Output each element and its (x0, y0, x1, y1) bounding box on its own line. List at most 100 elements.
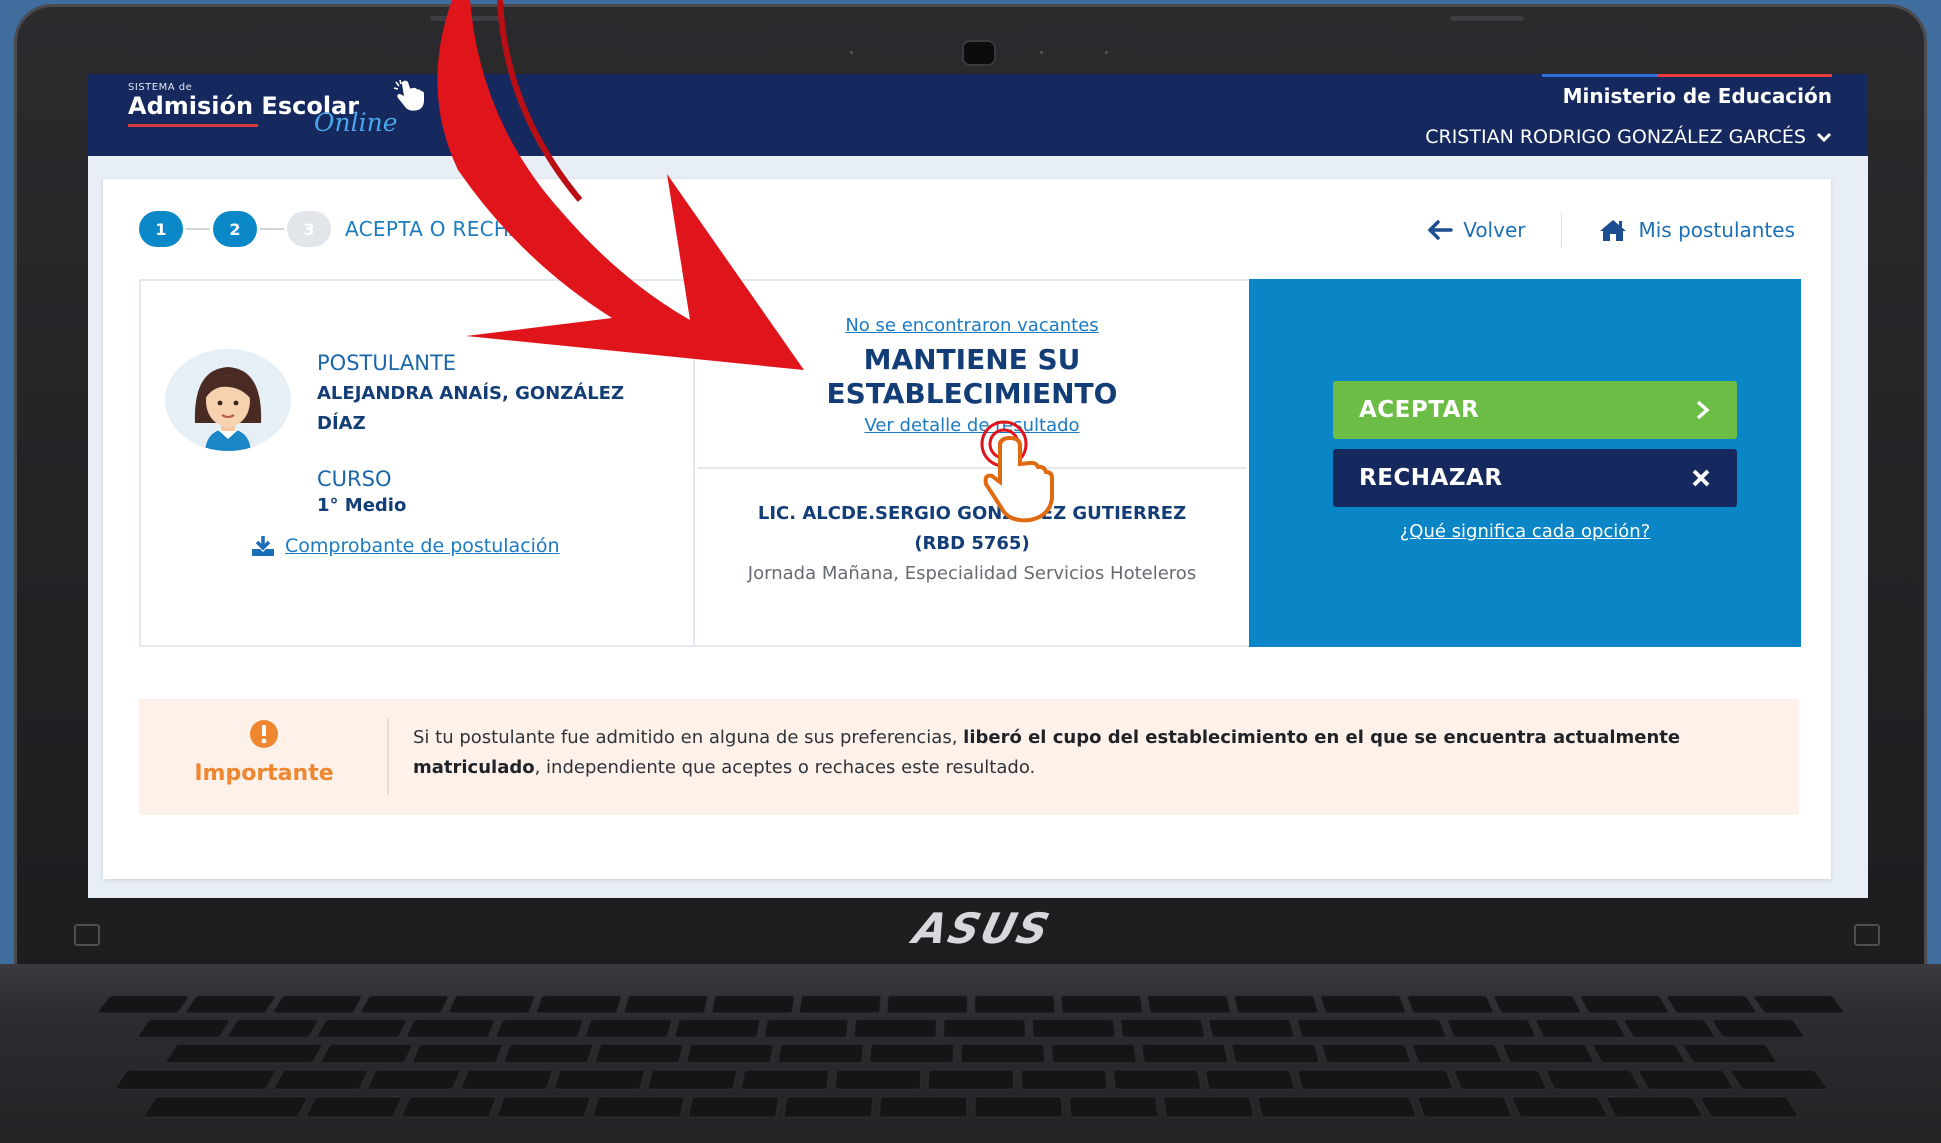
notice-text-part2: , independiente que aceptes o rechaces e… (535, 757, 1036, 778)
user-menu[interactable]: CRISTIAN RODRIGO GONZÁLEZ GARCÉS (1425, 126, 1832, 148)
logo-online-text: Online (314, 108, 397, 137)
key (1591, 1044, 1687, 1064)
receipt-link-label: Comprobante de postulación (285, 535, 560, 557)
step-separator (260, 228, 284, 230)
key (1534, 1019, 1627, 1038)
applicant-label: POSTULANTE (317, 351, 456, 375)
key (1410, 1044, 1503, 1064)
key (1119, 1019, 1205, 1038)
key (1578, 995, 1669, 1013)
arrow-left-icon (1427, 219, 1453, 241)
hinge-left (74, 924, 100, 946)
close-icon (1691, 468, 1711, 488)
no-vacancies-link[interactable]: No se encontraron vacantes (697, 315, 1247, 336)
key (1751, 995, 1845, 1013)
top-header: SISTEMA de Admisión Escolar Online Minis… (88, 74, 1868, 156)
key (1162, 1096, 1254, 1118)
my-applicants-link[interactable]: Mis postulantes (1598, 218, 1795, 242)
key (1406, 995, 1495, 1013)
top-nav-links: Volver Mis postulantes (1427, 213, 1795, 247)
school-rbd: (RBD 5765) (717, 529, 1227, 559)
step-indicator: 1 2 3 ACEPTA O RECHAZA (139, 209, 551, 249)
course-value: 1° Medio (317, 495, 406, 516)
user-name: CRISTIAN RODRIGO GONZÁLEZ GARCÉS (1425, 126, 1806, 148)
key (853, 1019, 937, 1038)
lid-sensor-dot (1040, 51, 1043, 54)
student-column: POSTULANTE ALEJANDRA ANAÍS, GONZÁLEZ DÍA… (141, 281, 695, 645)
key (1146, 995, 1230, 1013)
notice-text-part1: Si tu postulante fue admitido en alguna … (413, 727, 963, 748)
option-help-link[interactable]: ¿Qué significa cada opción? (1249, 521, 1801, 542)
key (1020, 1069, 1108, 1090)
key (777, 1044, 864, 1064)
chevron-right-icon (1695, 400, 1711, 420)
step-2: 2 (213, 211, 257, 247)
my-applicants-label: Mis postulantes (1638, 218, 1795, 242)
ministry-name: Ministerio de Educación (1563, 84, 1832, 108)
key (960, 1044, 1045, 1064)
key (1207, 1019, 1294, 1038)
key (535, 995, 622, 1013)
key (1230, 1044, 1320, 1064)
reject-button[interactable]: RECHAZAR (1333, 449, 1737, 507)
result-detail-link[interactable]: Ver detalle de resultado (697, 415, 1247, 436)
key (1665, 995, 1758, 1013)
lid-sensor-dot (850, 51, 853, 54)
key (225, 1019, 319, 1038)
result-status: MANTIENE SU ESTABLECIMIENTO (697, 343, 1247, 411)
key (502, 1044, 593, 1064)
result-status-line2: ESTABLECIMIENTO (697, 377, 1247, 411)
notice-title: Importante (139, 761, 389, 786)
key (1050, 1044, 1137, 1064)
key (183, 995, 276, 1013)
key (1544, 1069, 1641, 1090)
key (399, 1096, 496, 1118)
key (271, 995, 362, 1013)
key (763, 1019, 848, 1038)
key (365, 1069, 461, 1090)
application-receipt-link[interactable]: Comprobante de postulación (251, 535, 560, 557)
result-card: 1 2 3 ACEPTA O RECHAZA Volver Mis postul… (103, 179, 1831, 879)
chevron-down-icon (1816, 131, 1832, 143)
key (591, 1096, 685, 1118)
key (710, 995, 794, 1013)
key (1296, 1069, 1454, 1090)
key (1140, 1044, 1228, 1064)
girl-avatar-icon (165, 349, 291, 451)
key (1112, 1069, 1201, 1090)
key (622, 995, 708, 1013)
lid-slot-left (430, 16, 504, 21)
admision-escolar-logo[interactable]: SISTEMA de Admisión Escolar Online (128, 80, 418, 140)
accept-button[interactable]: ACEPTAR (1333, 381, 1737, 439)
applicant-name: ALEJANDRA ANAÍS, GONZÁLEZ DÍAZ (317, 379, 677, 439)
key (163, 1044, 323, 1064)
key (1452, 1069, 1547, 1090)
key (1698, 1096, 1800, 1118)
key (974, 1096, 1063, 1118)
actions-column: ACEPTAR RECHAZAR ¿Qué significa cada opc… (1249, 279, 1801, 647)
key (886, 995, 968, 1013)
key (942, 1019, 1025, 1038)
header-accent-stripe (1542, 74, 1832, 77)
key (96, 995, 190, 1013)
key (687, 1096, 779, 1118)
key (868, 1044, 953, 1064)
key (315, 1019, 408, 1038)
key (272, 1069, 369, 1090)
key (495, 1096, 591, 1118)
important-notice: Importante Si tu postulante fue admitido… (139, 699, 1799, 815)
key (1204, 1069, 1295, 1090)
key (1710, 1019, 1805, 1038)
course-label: CURSO (317, 467, 391, 491)
result-summary: No se encontraron vacantes MANTIENE SU E… (697, 281, 1247, 469)
lid-sensor-dot (1105, 51, 1108, 54)
key (141, 1096, 308, 1118)
school-name: LIC. ALCDE.SERGIO GONZÁLEZ GUTIERREZ (RB… (717, 499, 1227, 559)
result-panel: POSTULANTE ALEJANDRA ANAÍS, GONZÁLEZ DÍA… (139, 279, 1799, 647)
hand-cursor-icon (974, 416, 1064, 526)
step-3: 3 (287, 211, 331, 247)
key (1622, 1019, 1716, 1038)
key (685, 1044, 773, 1064)
hinge-right (1854, 924, 1880, 946)
back-link[interactable]: Volver (1427, 218, 1525, 242)
